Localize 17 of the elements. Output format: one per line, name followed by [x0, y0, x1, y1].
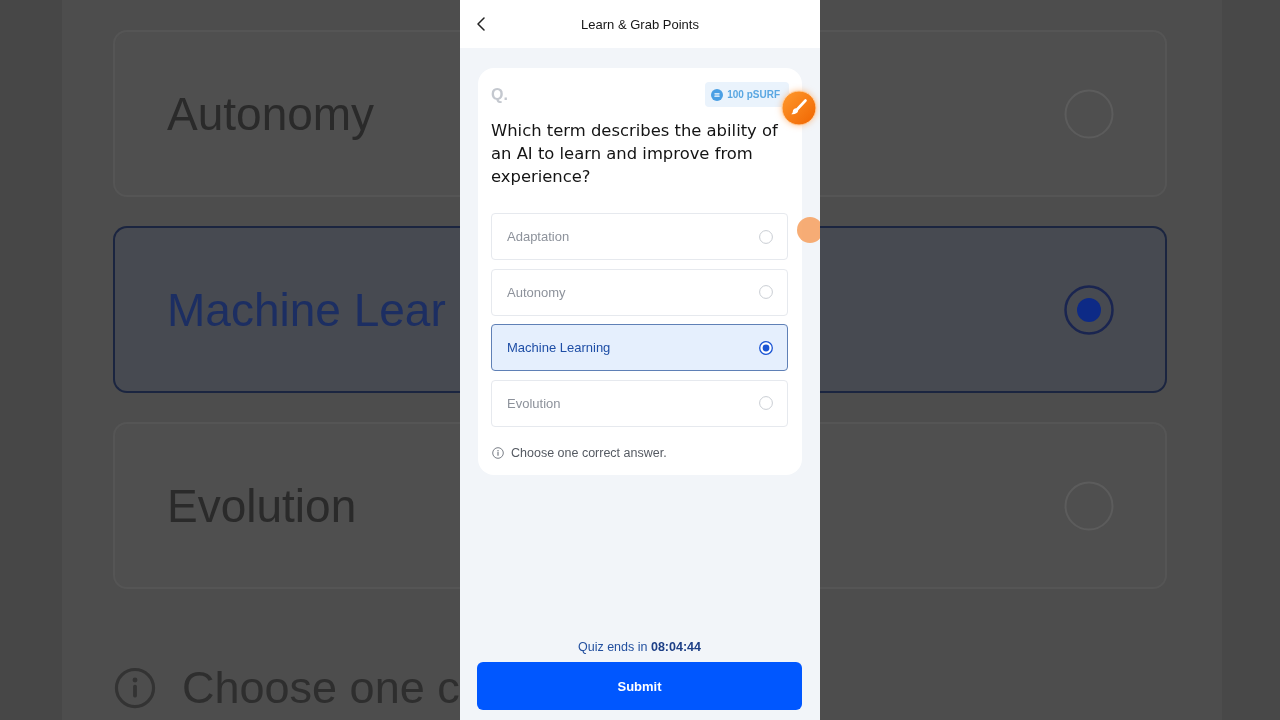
submit-button[interactable]: Submit [477, 662, 802, 710]
question-text: Which term describes the ability of an AI to learn and improve from experience? [491, 120, 779, 188]
question-prefix: Q. [491, 85, 508, 104]
back-icon[interactable] [477, 17, 485, 31]
info-icon [492, 447, 504, 459]
brush-icon[interactable] [781, 90, 817, 126]
reward-amount: 100 pSURF [727, 89, 780, 100]
info-icon [114, 667, 156, 709]
answer-option[interactable]: Adaptation [491, 213, 788, 260]
radio-icon[interactable] [759, 340, 773, 355]
page-title: Learn & Grab Points [580, 16, 700, 32]
answer-option[interactable]: Machine Learning [491, 324, 788, 371]
quiz-timer: Quiz ends in 08:04:44 [578, 640, 701, 655]
answer-option[interactable]: Evolution [491, 379, 788, 427]
answer-option[interactable]: Autonomy [491, 268, 788, 316]
coin-icon [711, 88, 724, 101]
hint-text: Choose one correct answer. [511, 445, 667, 461]
